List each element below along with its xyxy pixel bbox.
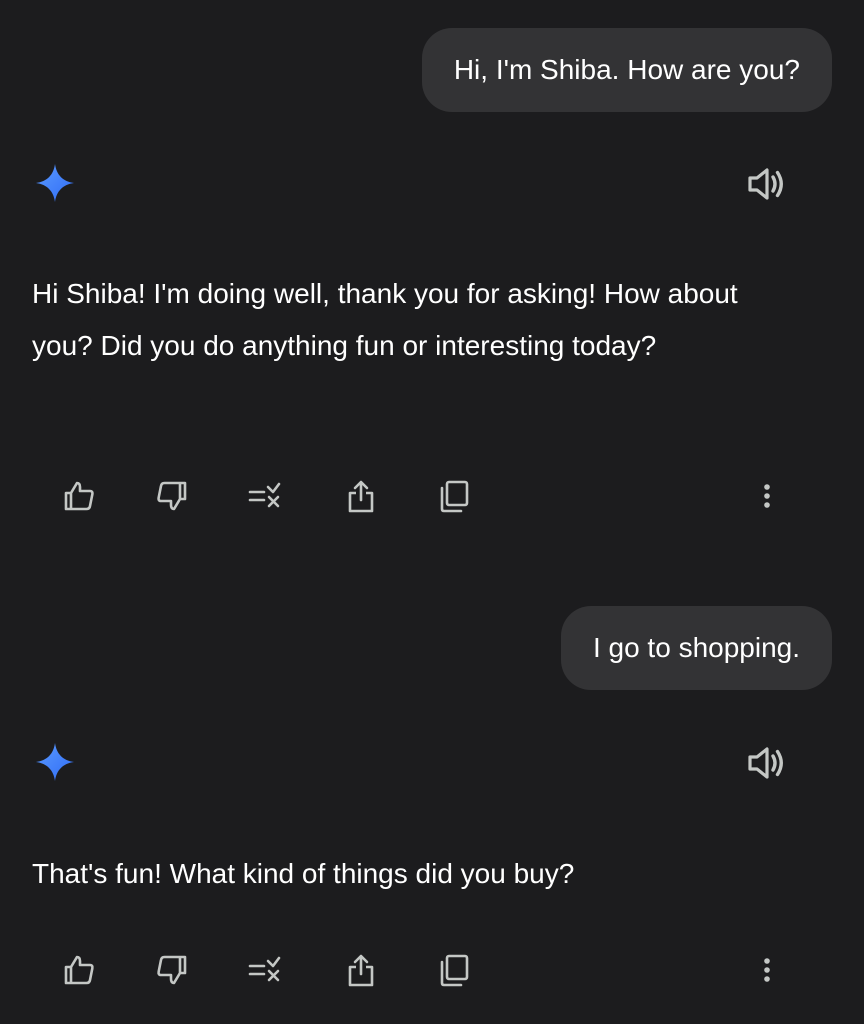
thumbs-down-icon: [157, 955, 187, 985]
copy-button[interactable]: [432, 474, 476, 518]
speaker-icon[interactable]: [744, 162, 788, 206]
share-button[interactable]: [339, 474, 383, 518]
thumbs-down-button[interactable]: [150, 474, 194, 518]
more-vert-icon: [764, 484, 770, 508]
share-button[interactable]: [339, 948, 383, 992]
modify-response-icon: [248, 956, 281, 982]
gemini-sparkle-icon: [36, 164, 74, 202]
copy-button[interactable]: [432, 948, 476, 992]
thumbs-down-button[interactable]: [150, 948, 194, 992]
modify-response-icon: [248, 482, 281, 508]
share-icon: [348, 954, 374, 987]
copy-icon: [440, 954, 469, 987]
response-action-bar: [0, 474, 864, 518]
modify-response-button[interactable]: [243, 474, 287, 518]
thumbs-up-icon: [64, 955, 94, 985]
share-icon: [348, 480, 374, 513]
assistant-response-text: Hi Shiba! I'm doing well, thank you for …: [32, 278, 738, 361]
response-action-bar: [0, 948, 864, 992]
thumbs-up-icon: [64, 481, 94, 511]
more-options-button[interactable]: [745, 474, 789, 518]
thumbs-up-button[interactable]: [57, 474, 101, 518]
more-vert-icon: [764, 958, 770, 982]
copy-icon: [440, 480, 469, 513]
modify-response-button[interactable]: [243, 948, 287, 992]
thumbs-up-button[interactable]: [57, 948, 101, 992]
chat-screen: Hi, I'm Shiba. How are you? Hi Shiba! I'…: [0, 0, 864, 1024]
gemini-sparkle-icon: [36, 743, 74, 781]
more-options-button[interactable]: [745, 948, 789, 992]
thumbs-down-icon: [157, 481, 187, 511]
user-message-bubble: Hi, I'm Shiba. How are you?: [421, 28, 832, 112]
assistant-response-text: That's fun! What kind of things did you …: [32, 858, 575, 889]
speaker-icon[interactable]: [744, 741, 788, 785]
user-message-bubble: I go to shopping.: [560, 606, 832, 690]
